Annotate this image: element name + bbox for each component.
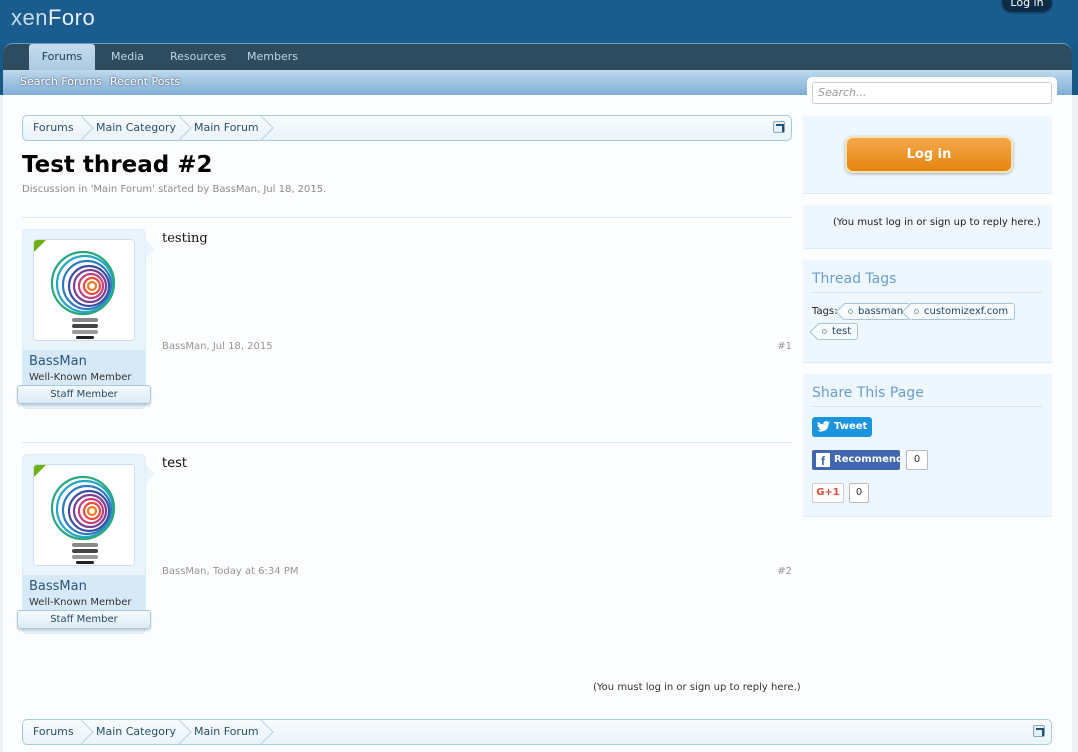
sidebar-thread-tags: Thread Tags Tags: bassman customizexf.co… [803, 260, 1052, 363]
post-number[interactable]: #2 [777, 566, 792, 577]
sub-link-search-forums[interactable]: Search Forums [20, 70, 102, 94]
login-button[interactable]: Log in [845, 136, 1013, 173]
reply-note: (You must log in or sign up to reply her… [593, 682, 801, 693]
crumb-forums[interactable]: Forums [33, 720, 74, 744]
tags-label: Tags: [812, 306, 838, 317]
divider [22, 217, 792, 218]
search-input[interactable]: Search... [812, 82, 1052, 104]
facebook-recommend-button[interactable]: f Recommend [812, 450, 904, 470]
crumb-forums[interactable]: Forums [33, 116, 74, 140]
staff-banner: Staff Member [17, 610, 151, 629]
user-title: Well-Known Member [29, 372, 132, 383]
lightbulb-avatar-icon [34, 240, 134, 340]
crumb-separator-icon [260, 116, 274, 140]
site-header: xenForo Log in [0, 0, 1078, 44]
main-nav: Forums Media Resources Members [3, 43, 1072, 71]
tab-media[interactable]: Media [111, 44, 144, 71]
recommend-label: Recommend [834, 454, 904, 465]
post-body: test [162, 456, 187, 471]
share-title: Share This Page [812, 385, 924, 401]
tag-test[interactable]: test [818, 323, 859, 340]
jump-to-icon[interactable] [773, 121, 785, 133]
sidebar-login-block: Log in [803, 116, 1052, 194]
tag-label: customizexf.com [924, 306, 1009, 317]
crumb-main-forum[interactable]: Main Forum [194, 720, 259, 744]
tag-bassman[interactable]: bassman [844, 303, 911, 320]
avatar[interactable] [33, 464, 135, 566]
crumb-separator-icon [80, 720, 94, 744]
tag-hole-icon [848, 309, 853, 314]
logo-suffix: Foro [47, 5, 96, 30]
tag-label: test [832, 326, 852, 337]
online-indicator [34, 465, 46, 477]
thread-tags-title: Thread Tags [812, 271, 897, 287]
breadcrumb-bottom: Forums Main Category Main Forum [22, 719, 1052, 745]
post-number[interactable]: #1 [777, 341, 792, 352]
search-container: Search... [807, 77, 1057, 109]
avatar[interactable] [33, 239, 135, 341]
breadcrumb-top: Forums Main Category Main Forum [22, 115, 792, 141]
google-plus-count: 0 [849, 483, 869, 503]
sidebar-reply-note: (You must log in or sign up to reply her… [833, 217, 1041, 228]
facebook-icon: f [816, 453, 830, 468]
tweet-label: Tweet [834, 421, 868, 432]
lightbulb-avatar-icon [34, 465, 134, 565]
sub-link-recent-posts[interactable]: Recent Posts [110, 70, 180, 94]
crumb-main-category[interactable]: Main Category [96, 720, 176, 744]
jump-to-icon[interactable] [1033, 725, 1045, 737]
tag-customizexf[interactable]: customizexf.com [910, 303, 1016, 320]
google-plus-button[interactable]: G+1 [812, 483, 844, 503]
tag-hole-icon [914, 309, 919, 314]
facebook-count: 0 [906, 450, 928, 470]
post-meta[interactable]: BassMan, Jul 18, 2015 [162, 341, 273, 352]
post-body: testing [162, 231, 208, 246]
logo-prefix: xen [11, 5, 48, 30]
divider [812, 406, 1042, 407]
sidebar-reply-block: (You must log in or sign up to reply her… [803, 205, 1052, 249]
staff-banner: Staff Member [17, 385, 151, 404]
tab-forums[interactable]: Forums [29, 44, 95, 71]
tweet-button[interactable]: Tweet [812, 417, 872, 437]
sidebar-share: Share This Page Tweet f Recommend 0 G+1 … [803, 374, 1052, 517]
header-login-button[interactable]: Log in [1002, 0, 1052, 12]
site-logo[interactable]: xenForo [11, 5, 95, 31]
crumb-separator-icon [178, 116, 192, 140]
tab-resources[interactable]: Resources [170, 44, 226, 71]
username[interactable]: BassMan [29, 354, 87, 369]
tag-label: bassman [858, 306, 904, 317]
thread-description: Discussion in 'Main Forum' started by Ba… [22, 184, 327, 195]
user-details: BassMan Well-Known Member [23, 575, 145, 615]
post-arrow [146, 465, 155, 483]
crumb-main-category[interactable]: Main Category [96, 116, 176, 140]
user-title: Well-Known Member [29, 597, 132, 608]
crumb-main-forum[interactable]: Main Forum [194, 116, 259, 140]
online-indicator [34, 240, 46, 252]
page-title: Test thread #2 [22, 152, 213, 178]
tag-hole-icon [822, 329, 827, 334]
username[interactable]: BassMan [29, 579, 87, 594]
user-details: BassMan Well-Known Member [23, 350, 145, 390]
crumb-separator-icon [260, 720, 274, 744]
crumb-separator-icon [178, 720, 192, 744]
post-user-info: BassMan Well-Known Member Staff Member [17, 454, 151, 634]
page-right-edge [1072, 95, 1078, 752]
divider [22, 442, 792, 443]
crumb-separator-icon [80, 116, 94, 140]
post-user-info: BassMan Well-Known Member Staff Member [17, 229, 151, 409]
post-meta[interactable]: BassMan, Today at 6:34 PM [162, 566, 298, 577]
divider [812, 292, 1042, 293]
post-arrow [146, 240, 155, 258]
twitter-icon [817, 421, 830, 432]
tab-members[interactable]: Members [247, 44, 298, 71]
